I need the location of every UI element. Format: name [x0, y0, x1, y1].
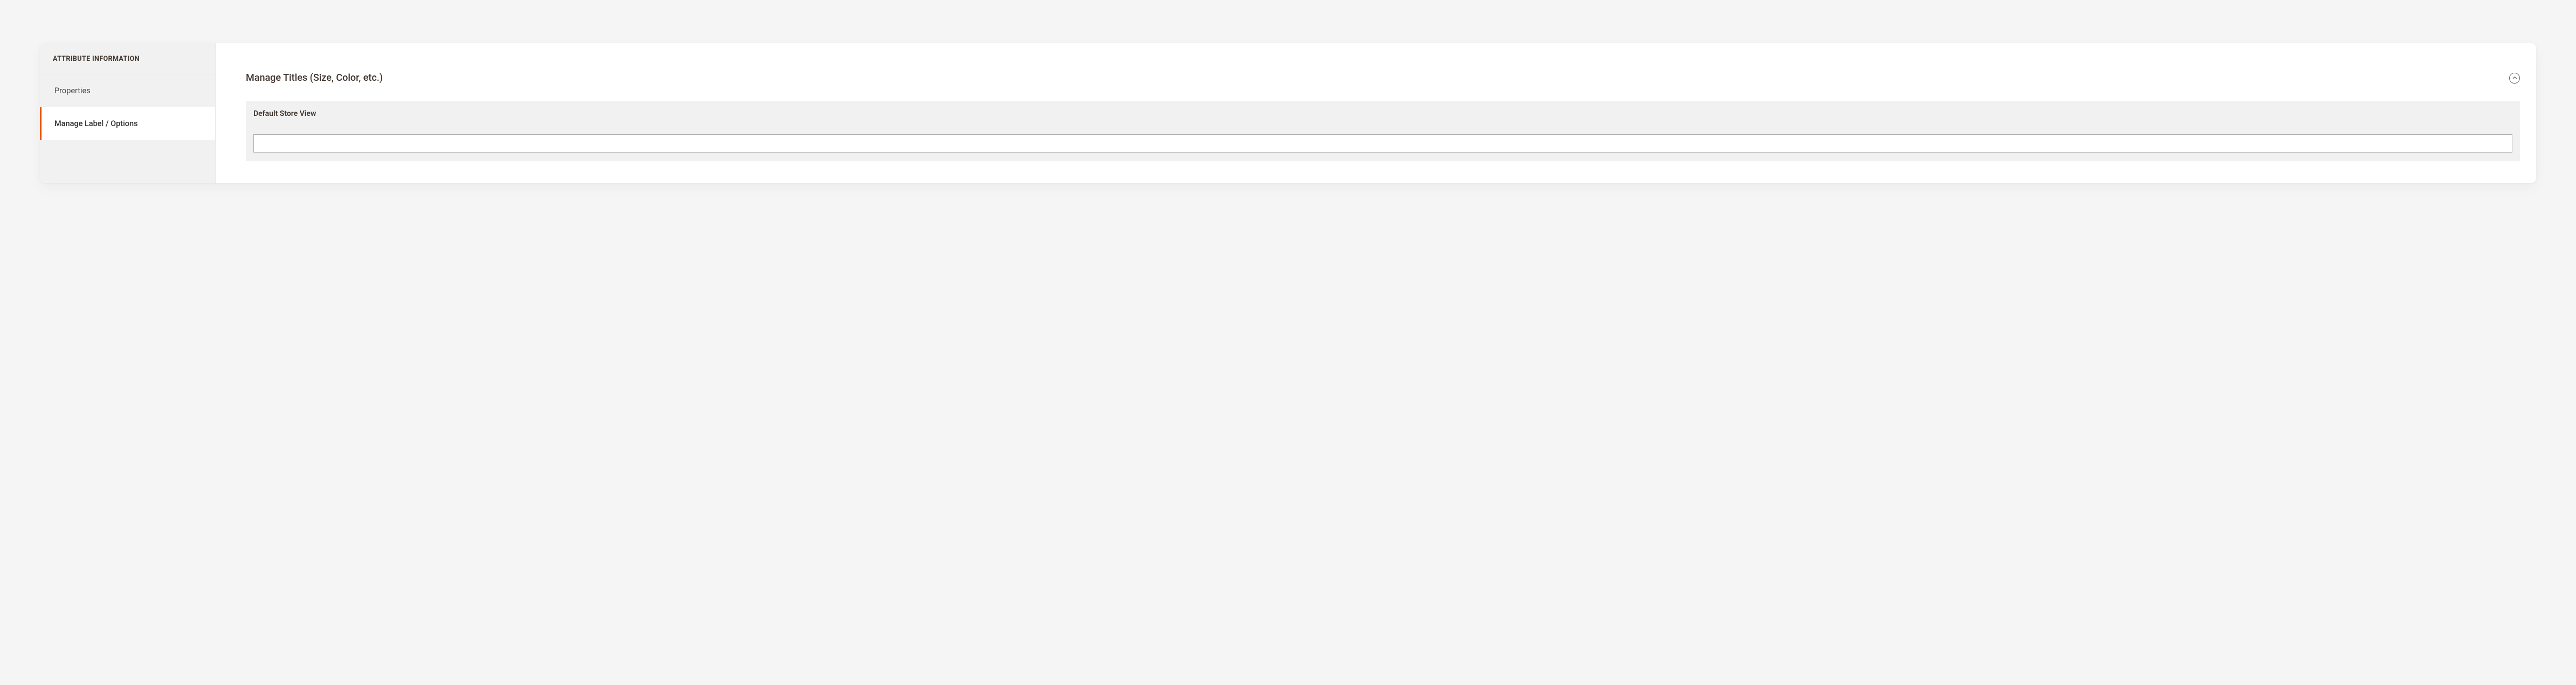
section-title: Manage Titles (Size, Color, etc.)	[246, 72, 383, 84]
sidebar-item-label: Manage Label / Options	[54, 119, 138, 128]
sidebar-title: ATTRIBUTE INFORMATION	[40, 43, 215, 74]
default-store-view-input[interactable]	[253, 134, 2512, 153]
section-header: Manage Titles (Size, Color, etc.)	[246, 72, 2520, 84]
sidebar: ATTRIBUTE INFORMATION Properties Manage …	[40, 43, 216, 183]
sidebar-item-properties[interactable]: Properties	[40, 74, 215, 107]
store-view-field-block: Default Store View	[246, 101, 2520, 161]
sidebar-item-manage-label-options[interactable]: Manage Label / Options	[40, 107, 215, 140]
chevron-up-icon	[2512, 75, 2517, 80]
collapse-toggle[interactable]	[2509, 73, 2520, 84]
sidebar-item-label: Properties	[54, 86, 91, 95]
attribute-card: ATTRIBUTE INFORMATION Properties Manage …	[40, 43, 2536, 183]
store-view-field-header: Default Store View	[246, 101, 2520, 127]
main-content: Manage Titles (Size, Color, etc.) Defaul…	[216, 43, 2536, 167]
store-view-field-body	[246, 127, 2520, 161]
